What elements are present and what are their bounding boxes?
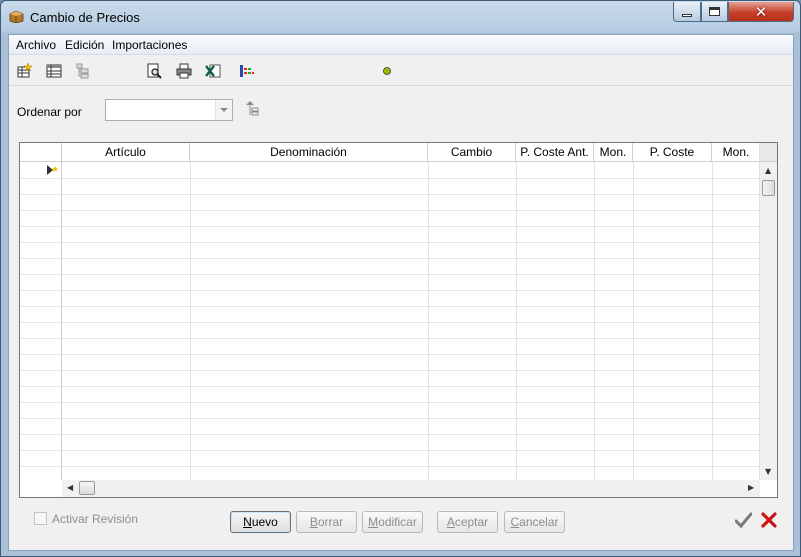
grid-row-line <box>20 402 760 403</box>
menu-importaciones[interactable]: Importaciones <box>112 38 187 52</box>
grid-row-line <box>20 210 760 211</box>
chevron-down-icon[interactable] <box>215 100 232 120</box>
column-header[interactable]: Mon. <box>594 143 633 162</box>
menu-edicion[interactable]: Edición <box>65 38 104 52</box>
close-red-icon[interactable] <box>761 512 777 528</box>
horizontal-scroll-thumb[interactable] <box>79 481 95 495</box>
menu-archivo[interactable]: Archivo <box>16 38 56 52</box>
grid-row-line <box>20 418 760 419</box>
row-header-corner <box>20 143 62 162</box>
delete-button[interactable]: Borrar <box>296 511 357 533</box>
grid-row-line <box>20 450 760 451</box>
columns-icon <box>240 65 254 77</box>
column-header[interactable]: Cambio <box>428 143 516 162</box>
sort-order-icon[interactable] <box>246 101 260 117</box>
menu-bar: Archivo Edición Importaciones <box>9 35 793 55</box>
tree-view-icon <box>76 63 89 79</box>
scroll-up-icon[interactable]: ▲ <box>765 166 771 175</box>
grid-row-line <box>20 306 760 307</box>
column-header[interactable]: Artículo <box>62 143 190 162</box>
window-title: Cambio de Precios <box>30 10 140 25</box>
grid-row-line <box>20 178 760 179</box>
new-record-button[interactable] <box>14 61 34 81</box>
checkmark-icon[interactable] <box>735 512 752 528</box>
scroll-down-icon[interactable]: ▼ <box>765 467 771 476</box>
grid-row-line <box>20 258 760 259</box>
grid-row-line <box>20 386 760 387</box>
grid-row-line <box>20 434 760 435</box>
maximize-icon <box>709 7 720 16</box>
column-header[interactable]: P. Coste Ant. <box>516 143 594 162</box>
table-view-button[interactable] <box>44 61 64 81</box>
accept-button[interactable]: Aceptar <box>437 511 498 533</box>
order-by-label: Ordenar por <box>17 105 82 119</box>
title-bar[interactable]: Cambio de Precios ✕ <box>1 1 800 34</box>
grid-column-line <box>190 162 191 480</box>
grid-row-line <box>20 242 760 243</box>
activate-review-label: Activar Revisión <box>52 512 139 526</box>
maximize-button[interactable] <box>701 2 728 22</box>
print-button[interactable] <box>174 61 194 81</box>
print-preview-button[interactable] <box>144 61 164 81</box>
minimize-icon <box>682 13 692 17</box>
grid-column-line <box>594 162 595 480</box>
new-record-icon <box>17 63 32 78</box>
table-view-icon <box>46 64 62 78</box>
column-header[interactable]: Denominación <box>190 143 428 162</box>
activate-review-checkbox[interactable] <box>34 512 47 525</box>
app-window: Cambio de Precios ✕ Archivo Edición Impo… <box>0 0 801 557</box>
excel-export-button[interactable] <box>203 61 223 81</box>
grid-row-line <box>20 338 760 339</box>
vertical-scroll-thumb[interactable] <box>762 180 775 196</box>
excel-export-icon <box>205 64 221 78</box>
package-icon <box>9 10 24 23</box>
grid-header: Artículo Denominación Cambio P. Coste An… <box>20 143 760 162</box>
grid-row-line <box>20 290 760 291</box>
print-preview-icon <box>147 63 162 79</box>
new-row-marker-icon <box>47 165 58 175</box>
scroll-corner <box>760 143 777 162</box>
scroll-right-icon[interactable]: ▶ <box>748 483 754 492</box>
grid-row-line <box>20 466 760 467</box>
grid-row-line <box>20 370 760 371</box>
column-header[interactable]: Mon. <box>712 143 760 162</box>
columns-button[interactable] <box>237 61 257 81</box>
modify-button[interactable]: Modificar <box>362 511 423 533</box>
close-button[interactable]: ✕ <box>728 2 794 22</box>
vertical-scrollbar[interactable]: ▲ ▼ <box>759 143 777 480</box>
print-icon <box>176 63 192 79</box>
grid-row-line <box>20 354 760 355</box>
minimize-button[interactable] <box>673 2 701 22</box>
price-change-grid[interactable]: Artículo Denominación Cambio P. Coste An… <box>19 142 778 498</box>
grid-column-line <box>428 162 429 480</box>
grid-column-line <box>712 162 713 480</box>
close-icon: ✕ <box>754 2 768 21</box>
scroll-left-icon[interactable]: ◀ <box>67 483 73 492</box>
order-by-select[interactable] <box>105 99 233 121</box>
tree-view-button[interactable] <box>72 61 92 81</box>
new-button[interactable]: Nuevo <box>230 511 291 533</box>
cancel-button[interactable]: Cancelar <box>504 511 565 533</box>
status-light-icon <box>383 67 391 75</box>
grid-row-line <box>20 274 760 275</box>
status-light <box>377 61 397 81</box>
grid-row-line <box>20 194 760 195</box>
grid-row-line <box>20 322 760 323</box>
client-area: Archivo Edición Importaciones Ordenar po… <box>8 34 794 551</box>
grid-row-line <box>20 226 760 227</box>
grid-column-line <box>633 162 634 480</box>
horizontal-scrollbar[interactable]: ◀ ▶ <box>62 480 760 497</box>
column-header[interactable]: P. Coste <box>633 143 712 162</box>
grid-column-line <box>516 162 517 480</box>
toolbar <box>9 56 793 86</box>
